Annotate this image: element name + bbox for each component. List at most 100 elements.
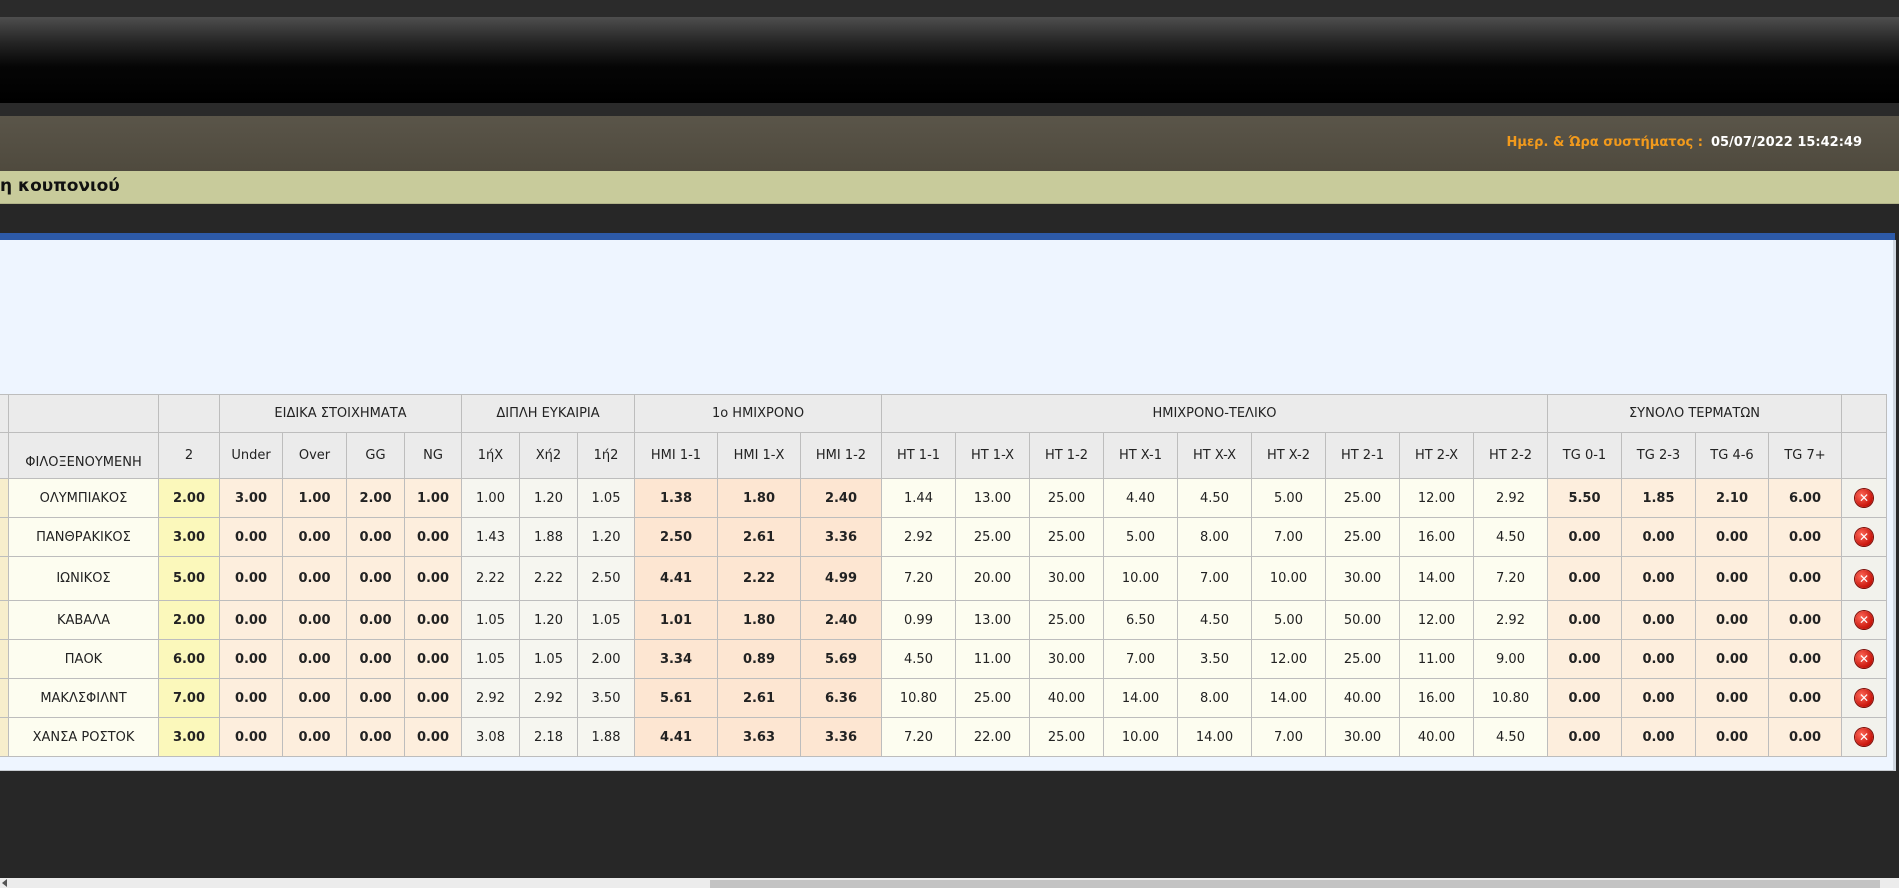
odds-cell[interactable]: 3.50 [577, 678, 635, 718]
odds-cell[interactable]: 1.80 [717, 478, 801, 518]
odds-cell[interactable]: 2.22 [717, 556, 801, 601]
odds-cell[interactable]: 0.00 [1621, 556, 1696, 601]
odds-cell[interactable]: 1.05 [577, 478, 635, 518]
odds-cell[interactable]: 2.50 [634, 517, 718, 557]
odds-cell[interactable]: 25.00 [1029, 600, 1104, 640]
odds-cell[interactable]: 1.20 [519, 600, 578, 640]
odds-cell[interactable]: 2.92 [461, 678, 520, 718]
odds-cell[interactable]: 0.00 [346, 639, 405, 679]
odds-cell[interactable]: 30.00 [1029, 556, 1104, 601]
odds-cell[interactable]: 0.00 [404, 639, 462, 679]
odds-cell[interactable]: 5.61 [634, 678, 718, 718]
odds-cell[interactable]: 1.44 [881, 478, 956, 518]
odds-cell[interactable]: 4.99 [800, 556, 882, 601]
odds-cell[interactable]: 40.00 [1399, 717, 1474, 757]
odds-cell[interactable]: 0.00 [219, 678, 283, 718]
odds-cell[interactable]: 0.00 [219, 517, 283, 557]
odds-cell[interactable]: 10.00 [1251, 556, 1326, 601]
odds-cell[interactable]: 0.00 [1547, 678, 1622, 718]
odds-cell[interactable]: 2.22 [461, 556, 520, 601]
odds-cell[interactable]: 25.00 [1029, 517, 1104, 557]
remove-icon[interactable]: ✕ [1855, 611, 1873, 629]
odds-cell[interactable]: 2.00 [577, 639, 635, 679]
odds-cell[interactable]: 4.50 [1177, 478, 1252, 518]
remove-icon[interactable]: ✕ [1855, 650, 1873, 668]
scroll-left-arrow-icon[interactable] [2, 879, 7, 887]
odds-cell[interactable]: 2.00 [158, 478, 220, 518]
odds-cell[interactable]: 1.38 [634, 478, 718, 518]
odds-cell[interactable]: 0.00 [1547, 639, 1622, 679]
odds-cell[interactable]: 2.18 [519, 717, 578, 757]
odds-cell[interactable]: 0.00 [1695, 556, 1769, 601]
odds-cell[interactable]: 0.00 [1621, 639, 1696, 679]
odds-cell[interactable]: 5.50 [1547, 478, 1622, 518]
odds-cell[interactable]: 0.00 [1547, 517, 1622, 557]
odds-cell[interactable]: 7.00 [158, 678, 220, 718]
odds-cell[interactable]: 3.63 [717, 717, 801, 757]
odds-cell[interactable]: 0.00 [1547, 717, 1622, 757]
odds-cell[interactable]: 1.88 [577, 717, 635, 757]
odds-cell[interactable]: 0.00 [282, 639, 347, 679]
odds-cell[interactable]: 2.92 [1473, 600, 1548, 640]
odds-cell[interactable]: 1.20 [519, 478, 578, 518]
odds-cell[interactable]: 0.99 [881, 600, 956, 640]
odds-cell[interactable]: 3.50 [1177, 639, 1252, 679]
odds-cell[interactable]: 8.00 [1177, 517, 1252, 557]
odds-cell[interactable]: 7.20 [881, 556, 956, 601]
odds-cell[interactable]: 0.00 [404, 600, 462, 640]
odds-cell[interactable]: 13.00 [955, 478, 1030, 518]
odds-cell[interactable]: 7.00 [1103, 639, 1178, 679]
odds-cell[interactable]: 6.50 [1103, 600, 1178, 640]
odds-cell[interactable]: 1.01 [634, 600, 718, 640]
odds-cell[interactable]: 4.50 [1473, 717, 1548, 757]
odds-cell[interactable]: 2.92 [519, 678, 578, 718]
odds-cell[interactable]: 0.00 [1768, 517, 1842, 557]
odds-cell[interactable]: 25.00 [955, 517, 1030, 557]
odds-cell[interactable]: 4.50 [1473, 517, 1548, 557]
odds-cell[interactable]: 2.92 [1473, 478, 1548, 518]
odds-cell[interactable]: 1.05 [577, 600, 635, 640]
odds-cell[interactable]: 5.00 [1251, 600, 1326, 640]
odds-cell[interactable]: 14.00 [1103, 678, 1178, 718]
odds-cell[interactable]: 0.00 [1768, 556, 1842, 601]
odds-cell[interactable]: 25.00 [955, 678, 1030, 718]
odds-cell[interactable]: 11.00 [955, 639, 1030, 679]
odds-cell[interactable]: 0.00 [1768, 717, 1842, 757]
odds-cell[interactable]: 11.00 [1399, 639, 1474, 679]
remove-icon[interactable]: ✕ [1855, 569, 1873, 588]
odds-cell[interactable]: 25.00 [1029, 717, 1104, 757]
odds-cell[interactable]: 7.00 [1177, 556, 1252, 601]
odds-cell[interactable]: 1.00 [282, 478, 347, 518]
odds-cell[interactable]: 6.00 [1768, 478, 1842, 518]
odds-cell[interactable]: 1.88 [519, 517, 578, 557]
odds-cell[interactable]: 0.00 [219, 556, 283, 601]
odds-cell[interactable]: 0.00 [346, 717, 405, 757]
odds-cell[interactable]: 30.00 [1325, 556, 1400, 601]
odds-cell[interactable]: 1.05 [519, 639, 578, 679]
odds-cell[interactable]: 0.00 [219, 717, 283, 757]
odds-cell[interactable]: 0.00 [1547, 556, 1622, 601]
odds-cell[interactable]: 3.36 [800, 717, 882, 757]
odds-cell[interactable]: 5.00 [1103, 517, 1178, 557]
odds-cell[interactable]: 4.41 [634, 717, 718, 757]
odds-cell[interactable]: 0.00 [1695, 639, 1769, 679]
odds-cell[interactable]: 1.00 [404, 478, 462, 518]
odds-cell[interactable]: 14.00 [1251, 678, 1326, 718]
odds-cell[interactable]: 5.00 [158, 556, 220, 601]
odds-cell[interactable]: 7.20 [1473, 556, 1548, 601]
odds-cell[interactable]: 0.00 [346, 517, 405, 557]
odds-cell[interactable]: 0.00 [404, 678, 462, 718]
odds-cell[interactable]: 30.00 [1029, 639, 1104, 679]
odds-cell[interactable]: 0.00 [1695, 717, 1769, 757]
odds-cell[interactable]: 40.00 [1029, 678, 1104, 718]
odds-cell[interactable]: 10.00 [1103, 717, 1178, 757]
odds-cell[interactable]: 0.89 [717, 639, 801, 679]
odds-cell[interactable]: 16.00 [1399, 517, 1474, 557]
odds-cell[interactable]: 0.00 [1695, 678, 1769, 718]
odds-cell[interactable]: 14.00 [1177, 717, 1252, 757]
odds-cell[interactable]: 10.80 [881, 678, 956, 718]
odds-cell[interactable]: 3.08 [461, 717, 520, 757]
odds-cell[interactable]: 3.36 [800, 517, 882, 557]
odds-cell[interactable]: 10.00 [1103, 556, 1178, 601]
remove-icon[interactable]: ✕ [1855, 728, 1873, 746]
